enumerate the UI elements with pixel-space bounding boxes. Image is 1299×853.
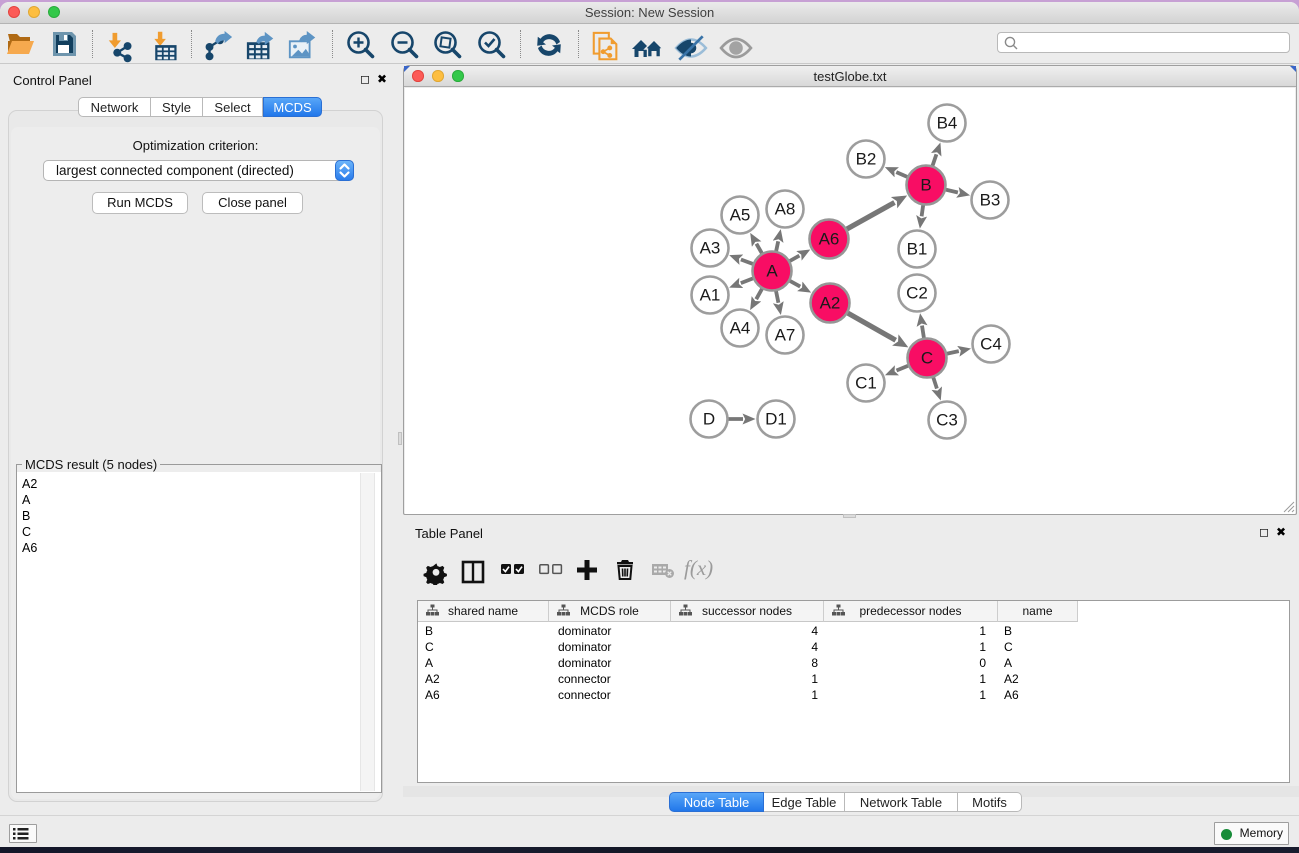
- svg-text:A7: A7: [775, 326, 796, 345]
- svg-text:B4: B4: [937, 114, 958, 133]
- svg-text:C1: C1: [855, 374, 877, 393]
- svg-text:B3: B3: [980, 191, 1001, 210]
- svg-text:D: D: [703, 410, 715, 429]
- svg-text:A3: A3: [700, 239, 721, 258]
- svg-text:B2: B2: [856, 150, 877, 169]
- svg-text:A: A: [766, 262, 778, 281]
- svg-text:B1: B1: [907, 240, 928, 259]
- svg-text:D1: D1: [765, 410, 787, 429]
- svg-text:A8: A8: [775, 200, 796, 219]
- svg-text:C4: C4: [980, 335, 1002, 354]
- svg-text:B: B: [920, 176, 931, 195]
- svg-text:A2: A2: [820, 294, 841, 313]
- svg-text:C: C: [921, 349, 933, 368]
- svg-text:A4: A4: [730, 319, 751, 338]
- svg-text:C3: C3: [936, 411, 958, 430]
- svg-text:A5: A5: [730, 206, 751, 225]
- svg-text:C2: C2: [906, 284, 928, 303]
- svg-text:A1: A1: [700, 286, 721, 305]
- svg-text:A6: A6: [819, 230, 840, 249]
